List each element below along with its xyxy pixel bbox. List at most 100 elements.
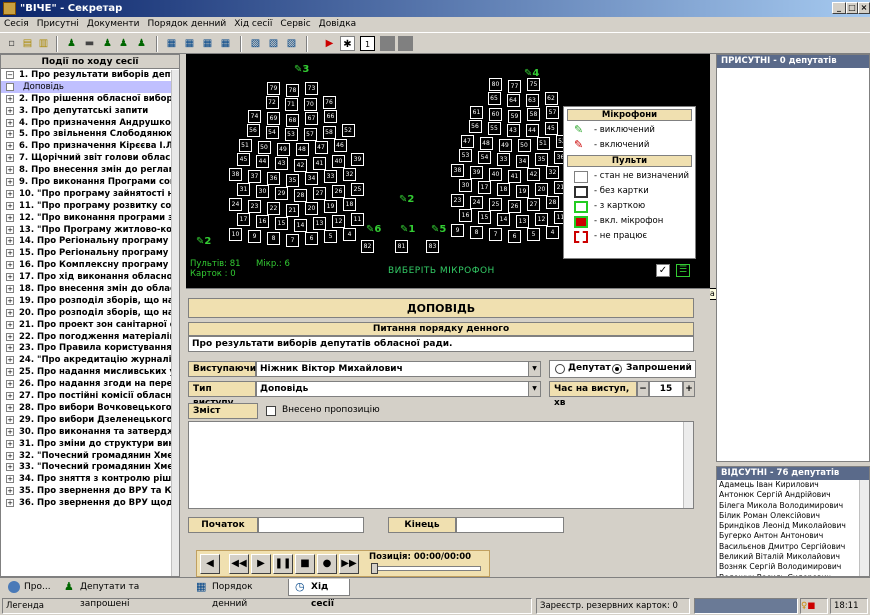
menu-agenda[interactable]: Порядок денний bbox=[144, 19, 231, 29]
pause-icon[interactable]: ❚❚ bbox=[273, 554, 293, 574]
tree-item[interactable]: +25. Про надання мисливських уг bbox=[1, 366, 179, 378]
seat-left[interactable]: 21 bbox=[286, 204, 299, 217]
seat-left[interactable]: 54 bbox=[265, 126, 279, 139]
seat-right[interactable]: 77 bbox=[508, 80, 521, 93]
expand-toggle-icon[interactable]: + bbox=[6, 130, 14, 139]
forward-icon[interactable]: ▶▶ bbox=[339, 554, 359, 574]
seat-left[interactable]: 20 bbox=[305, 202, 318, 215]
tree-item[interactable]: +13. "Про Програму житлово-кому bbox=[1, 224, 179, 236]
absent-deputy[interactable]: Великий Віталій Миколайович bbox=[717, 552, 869, 562]
tree-item[interactable]: +27. Про постійні комісії обласно bbox=[1, 390, 179, 402]
absent-deputy[interactable]: Бугерко Антон Антонович bbox=[717, 531, 869, 541]
counter-icon[interactable]: 1 bbox=[360, 36, 375, 51]
seat-left[interactable]: 7 bbox=[286, 234, 299, 247]
speaker-select[interactable]: Ніжник Віктор Михайлович ▼ bbox=[256, 361, 541, 377]
chevron-down-icon[interactable]: ▼ bbox=[528, 382, 540, 396]
seat-left[interactable]: 4 bbox=[343, 228, 356, 241]
seat-right[interactable]: 15 bbox=[478, 211, 491, 224]
tree-item[interactable]: +19. Про розподіл зборів, що над bbox=[1, 295, 179, 307]
microphone-grid-icon[interactable]: ✱ bbox=[340, 36, 355, 51]
seat-left[interactable]: 70 bbox=[303, 98, 317, 111]
maximize-button[interactable]: □ bbox=[846, 2, 858, 14]
seat-right[interactable]: 48 bbox=[479, 137, 493, 150]
stop-icon[interactable] bbox=[380, 36, 395, 51]
seat-right[interactable]: 14 bbox=[497, 213, 510, 226]
seat-left[interactable]: 23 bbox=[248, 200, 261, 213]
seat-left[interactable]: 16 bbox=[256, 215, 269, 228]
expand-toggle-icon[interactable]: + bbox=[6, 368, 14, 377]
tree-item[interactable]: +12. "Про виконання програми за bbox=[1, 212, 179, 224]
absent-deputy[interactable]: Васильєнов Дмитро Сергійович bbox=[717, 542, 869, 552]
seat-right[interactable]: 26 bbox=[508, 200, 521, 213]
seat-left[interactable]: 41 bbox=[313, 157, 326, 170]
expand-toggle-icon[interactable]: + bbox=[6, 189, 14, 198]
seat-right[interactable]: 56 bbox=[468, 120, 482, 133]
seat-left[interactable]: 19 bbox=[324, 200, 337, 213]
new-icon[interactable]: ▫ bbox=[4, 36, 19, 51]
tree-item[interactable]: +17. Про хід виконання обласної bbox=[1, 271, 179, 283]
seat-right[interactable]: 40 bbox=[489, 168, 502, 181]
expand-toggle-icon[interactable]: − bbox=[6, 71, 14, 79]
tree-item[interactable]: +3. Про депутатські запити bbox=[1, 105, 179, 117]
expand-toggle-icon[interactable]: + bbox=[6, 427, 14, 436]
doc-edit-icon[interactable]: ▦ bbox=[182, 36, 197, 51]
expand-toggle-icon[interactable]: + bbox=[6, 356, 14, 365]
microphone-icon[interactable]: ✎5 bbox=[431, 224, 446, 235]
tree-item[interactable]: +18. Про внесення змін до облас bbox=[1, 283, 179, 295]
close-button[interactable]: × bbox=[858, 2, 870, 14]
seat-right[interactable]: 16 bbox=[459, 209, 472, 222]
seat-left[interactable]: 24 bbox=[229, 198, 242, 211]
seat-right[interactable]: 25 bbox=[489, 198, 502, 211]
seat-center[interactable]: 83 bbox=[426, 240, 439, 253]
menu-present[interactable]: Присутні bbox=[33, 19, 83, 29]
seat-right[interactable]: 27 bbox=[527, 198, 540, 211]
expand-toggle-icon[interactable]: + bbox=[6, 308, 14, 317]
seat-right[interactable]: 75 bbox=[527, 78, 540, 91]
expand-toggle-icon[interactable]: + bbox=[6, 380, 14, 389]
seat-right[interactable]: 13 bbox=[516, 215, 529, 228]
tree-item[interactable]: +29. Про вибори Дзеленецького bbox=[1, 414, 179, 426]
seat-right[interactable]: 62 bbox=[544, 92, 558, 105]
tab-agenda[interactable]: ▦ Порядок денний bbox=[190, 579, 280, 609]
seat-left[interactable]: 76 bbox=[322, 96, 336, 109]
seat-right[interactable]: 47 bbox=[460, 135, 474, 148]
seat-right[interactable]: 33 bbox=[497, 153, 510, 166]
tree-item[interactable]: +26. Про надання згоди на переда bbox=[1, 378, 179, 390]
seat-center[interactable]: 82 bbox=[361, 240, 374, 253]
expand-toggle-icon[interactable]: + bbox=[6, 320, 14, 329]
seat-right[interactable]: 17 bbox=[478, 181, 491, 194]
tree-item[interactable]: +33. "Почесний громадянин Хмел bbox=[1, 461, 179, 473]
expand-toggle-icon[interactable]: + bbox=[6, 273, 14, 282]
tree-item[interactable]: +32. "Почесний громадянин Хмел bbox=[1, 450, 179, 462]
tree-item[interactable]: +6. Про призначення Кірєєва І.Л. bbox=[1, 140, 179, 152]
seat-left[interactable]: 51 bbox=[238, 139, 252, 152]
expand-toggle-icon[interactable]: + bbox=[6, 296, 14, 305]
seat-right[interactable]: 45 bbox=[544, 122, 558, 135]
tab-about[interactable]: Про... bbox=[2, 579, 51, 596]
menu-help[interactable]: Довідка bbox=[315, 19, 361, 29]
seat-left[interactable]: 74 bbox=[248, 110, 261, 123]
menu-session-progress[interactable]: Хід сесії bbox=[230, 19, 276, 29]
expand-toggle-icon[interactable]: + bbox=[6, 142, 14, 151]
expand-toggle-icon[interactable]: + bbox=[6, 487, 14, 496]
microphone-icon[interactable]: ✎2 bbox=[399, 194, 414, 205]
tree-item[interactable]: +34. Про зняття з контролю рішен bbox=[1, 473, 179, 485]
radio-invited[interactable] bbox=[612, 364, 622, 374]
seat-right[interactable]: 49 bbox=[498, 139, 512, 152]
seat-left[interactable]: 66 bbox=[324, 110, 337, 123]
seat-right[interactable]: 12 bbox=[535, 213, 548, 226]
seat-right[interactable]: 54 bbox=[478, 151, 491, 164]
seat-left[interactable]: 17 bbox=[237, 213, 250, 226]
seat-left[interactable]: 39 bbox=[351, 153, 364, 166]
tree-item[interactable]: +30. Про виконання та затвердже bbox=[1, 426, 179, 438]
doc-check-icon[interactable]: ▦ bbox=[200, 36, 215, 51]
seat-left[interactable]: 25 bbox=[351, 183, 364, 196]
seat-right[interactable]: 7 bbox=[489, 228, 502, 241]
seat-right[interactable]: 6 bbox=[508, 230, 521, 243]
tree-item[interactable]: +20. Про розподіл зборів, що над bbox=[1, 307, 179, 319]
block-icon[interactable] bbox=[398, 36, 413, 51]
expand-toggle-icon[interactable]: + bbox=[6, 499, 14, 508]
user-edit-icon[interactable]: ♟ bbox=[116, 36, 131, 51]
tree-item[interactable]: +21. Про проект зон санітарної ох bbox=[1, 319, 179, 331]
seat-left[interactable]: 31 bbox=[237, 183, 250, 196]
